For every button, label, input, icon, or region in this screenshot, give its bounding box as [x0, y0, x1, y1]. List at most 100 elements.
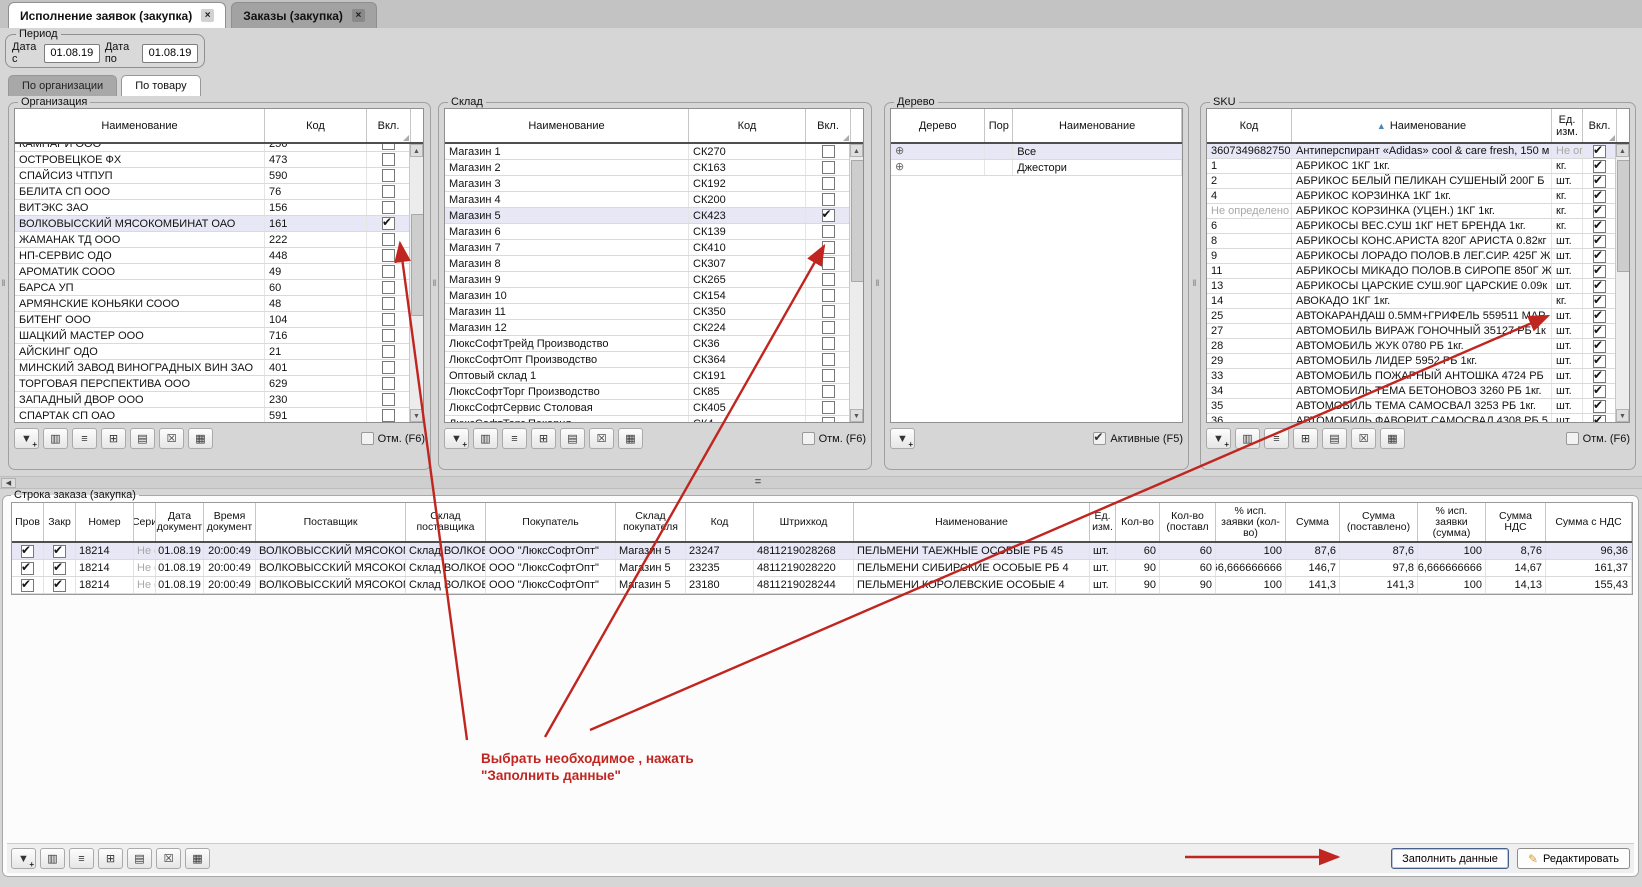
- table-row[interactable]: СПАРТАК СП ОАО 591: [15, 408, 423, 423]
- row-include-checkbox[interactable]: [822, 177, 835, 190]
- row-include-checkbox[interactable]: [1593, 175, 1606, 188]
- tree-expand-icon[interactable]: ⊕: [895, 146, 904, 157]
- table-row[interactable]: АЙСКИНГ ОДО 21: [15, 344, 423, 360]
- column-header[interactable]: Наименование: [15, 109, 265, 142]
- table-row[interactable]: НП-СЕРВИС ОДО 448: [15, 248, 423, 264]
- column-header[interactable]: Код: [686, 503, 754, 541]
- row-include-checkbox[interactable]: [1593, 415, 1606, 424]
- date-from-input[interactable]: [44, 44, 100, 63]
- vertical-scrollbar[interactable]: ▲ ▼: [1615, 144, 1629, 422]
- toolbar-button[interactable]: ▤: [127, 848, 152, 869]
- row-include-checkbox[interactable]: [1593, 220, 1606, 233]
- row-include-checkbox[interactable]: [1593, 385, 1606, 398]
- table-row[interactable]: 25 АВТОКАРАНДАШ 0.5ММ+ГРИФЕЛЬ 559511 МАР…: [1207, 309, 1629, 324]
- table-row[interactable]: ⊕ Все: [891, 144, 1182, 160]
- table-row[interactable]: 34 АВТОМОБИЛЬ ТЕМА БЕТОНОВОЗ 3260 РБ 1кг…: [1207, 384, 1629, 399]
- column-header[interactable]: Сумма с НДС: [1546, 503, 1632, 541]
- row-include-checkbox[interactable]: [1593, 205, 1606, 218]
- toolbar-button[interactable]: ▥: [1235, 428, 1260, 449]
- column-header[interactable]: Кол-во (поставл: [1160, 503, 1216, 541]
- row-include-checkbox[interactable]: [822, 225, 835, 238]
- splitter[interactable]: ‖: [0, 96, 7, 470]
- tree-expand-icon[interactable]: ⊕: [895, 162, 904, 173]
- zakryt-checkbox[interactable]: [53, 545, 66, 558]
- scroll-thumb[interactable]: [411, 214, 424, 316]
- row-include-checkbox[interactable]: [1593, 340, 1606, 353]
- table-row[interactable]: Магазин 10 СК154: [445, 288, 863, 304]
- toolbar-button[interactable]: ▦: [618, 428, 643, 449]
- row-include-checkbox[interactable]: [1593, 295, 1606, 308]
- table-row[interactable]: Магазин 1 СК270: [445, 144, 863, 160]
- row-include-checkbox[interactable]: [382, 345, 395, 358]
- column-header[interactable]: Дата документ: [156, 503, 204, 541]
- table-row[interactable]: 18214 Не о 01.08.19 20:00:49 ВОЛКОВЫССКИ…: [12, 543, 1632, 560]
- column-header[interactable]: Вкл.: [1583, 109, 1617, 142]
- toolbar-button[interactable]: ▦: [1380, 428, 1405, 449]
- row-include-checkbox[interactable]: [1593, 190, 1606, 203]
- table-row[interactable]: 6 АБРИКОСЫ ВЕС.СУШ 1КГ НЕТ БРЕНДА 1кг. к…: [1207, 219, 1629, 234]
- column-header[interactable]: Вкл.: [806, 109, 851, 142]
- close-icon[interactable]: ×: [352, 9, 365, 22]
- row-include-checkbox[interactable]: [1593, 280, 1606, 293]
- column-header[interactable]: Сумма (поставлено): [1340, 503, 1418, 541]
- table-row[interactable]: БАРСА УП 60: [15, 280, 423, 296]
- otm-checkbox[interactable]: [802, 432, 815, 445]
- row-include-checkbox[interactable]: [382, 249, 395, 262]
- table-row[interactable]: ЛюксСофтТорг Производство СК85: [445, 384, 863, 400]
- column-header[interactable]: Сумма: [1286, 503, 1340, 541]
- column-header[interactable]: Наименование: [1013, 109, 1182, 142]
- table-row[interactable]: 13 АБРИКОСЫ ЦАРСКИЕ СУШ.90Г ЦАРСКИЕ 0.09…: [1207, 279, 1629, 294]
- toolbar-button[interactable]: ≡: [72, 428, 97, 449]
- aktivnye-checkbox[interactable]: [1093, 432, 1106, 445]
- table-row[interactable]: 18214 Не о 01.08.19 20:00:49 ВОЛКОВЫССКИ…: [12, 577, 1632, 594]
- splitter[interactable]: ‖: [431, 96, 438, 470]
- toolbar-button[interactable]: ▥: [43, 428, 68, 449]
- toolbar-button[interactable]: ▦: [185, 848, 210, 869]
- table-row[interactable]: ЛюксСофтТорг Пекарня СК4: [445, 416, 863, 423]
- row-include-checkbox[interactable]: [1593, 160, 1606, 173]
- row-include-checkbox[interactable]: [1593, 265, 1606, 278]
- column-header[interactable]: Пор: [985, 109, 1013, 142]
- toolbar-button[interactable]: ▤: [1322, 428, 1347, 449]
- row-include-checkbox[interactable]: [382, 153, 395, 166]
- otm-checkbox[interactable]: [361, 432, 374, 445]
- column-header[interactable]: Вкл.: [367, 109, 411, 142]
- table-row[interactable]: Магазин 8 СК307: [445, 256, 863, 272]
- row-include-checkbox[interactable]: [382, 201, 395, 214]
- toolbar-button[interactable]: ≡: [502, 428, 527, 449]
- column-header[interactable]: Кол-во: [1116, 503, 1160, 541]
- table-row[interactable]: ШАЦКИЙ МАСТЕР ООО 716: [15, 328, 423, 344]
- row-include-checkbox[interactable]: [822, 289, 835, 302]
- scroll-thumb[interactable]: [1617, 160, 1630, 272]
- row-include-checkbox[interactable]: [1593, 145, 1606, 158]
- hsplitter-grip-icon[interactable]: =: [750, 476, 766, 489]
- table-row[interactable]: ВИТЭКС ЗАО 156: [15, 200, 423, 216]
- table-row[interactable]: СПАЙСИЗ ЧТПУП 590: [15, 168, 423, 184]
- table-row[interactable]: Магазин 2 СК163: [445, 160, 863, 176]
- row-include-checkbox[interactable]: [822, 401, 835, 414]
- toolbar-button[interactable]: ▥: [40, 848, 65, 869]
- toolbar-button[interactable]: ▤: [560, 428, 585, 449]
- row-include-checkbox[interactable]: [382, 281, 395, 294]
- edit-button[interactable]: ✎ Редактировать: [1517, 848, 1630, 869]
- proveden-checkbox[interactable]: [21, 545, 34, 558]
- table-row[interactable]: Магазин 11 СК350: [445, 304, 863, 320]
- column-header[interactable]: Код: [1207, 109, 1292, 142]
- column-header[interactable]: Пров: [12, 503, 44, 541]
- table-row[interactable]: БИТЕНГ ООО 104: [15, 312, 423, 328]
- row-include-checkbox[interactable]: [382, 185, 395, 198]
- toolbar-button[interactable]: ▼ +: [14, 428, 39, 449]
- column-header[interactable]: % исп. заявки (кол-во): [1216, 503, 1286, 541]
- column-header[interactable]: Код: [689, 109, 806, 142]
- zakryt-checkbox[interactable]: [53, 562, 66, 575]
- toolbar-button[interactable]: ▦: [188, 428, 213, 449]
- row-include-checkbox[interactable]: [822, 145, 835, 158]
- toolbar-button[interactable]: ≡: [1264, 428, 1289, 449]
- column-header[interactable]: Ед. изм.: [1552, 109, 1583, 142]
- row-include-checkbox[interactable]: [382, 361, 395, 374]
- row-include-checkbox[interactable]: [822, 417, 835, 423]
- view-tab[interactable]: По товару: [121, 75, 200, 96]
- scroll-down-icon[interactable]: ▼: [410, 409, 423, 422]
- toolbar-button[interactable]: ⊞: [1293, 428, 1318, 449]
- row-include-checkbox[interactable]: [382, 233, 395, 246]
